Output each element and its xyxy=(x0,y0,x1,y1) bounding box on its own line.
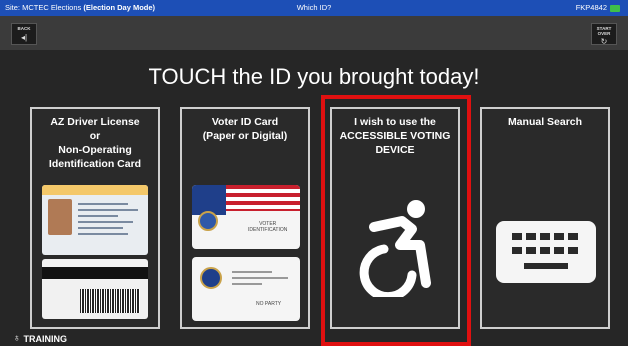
option-driver-license[interactable]: AZ Driver License or Non-Operating Ident… xyxy=(30,107,160,329)
back-icon: ◂| xyxy=(20,32,28,42)
page-title: TOUCH the ID you brought today! xyxy=(148,64,480,89)
option-label: Manual Search xyxy=(507,116,583,128)
training-indicator: ♁ TRAINING xyxy=(13,333,67,344)
refresh-icon: ↻ xyxy=(600,37,608,46)
toolbar: BACK ◂| START OVER ↻ xyxy=(0,16,628,50)
option-voter-id-card[interactable]: Voter ID Card (Paper or Digital) VOTER I… xyxy=(180,107,310,329)
device-status: FKP4842 xyxy=(576,0,620,16)
option-label: Voter ID Card (Paper or Digital) xyxy=(202,116,288,142)
keyboard-icon xyxy=(496,221,596,283)
start-over-button[interactable]: START OVER ↻ xyxy=(591,23,617,46)
device-code: FKP4842 xyxy=(575,3,607,12)
option-label: AZ Driver License or Non-Operating Ident… xyxy=(48,116,142,170)
lightbulb-icon: ♁ xyxy=(13,333,21,344)
license-back-image xyxy=(42,259,148,319)
voter-id-front-image: VOTER IDENTIFICATION xyxy=(192,185,300,249)
license-front-image xyxy=(42,185,148,255)
title-bar: Site: MCTEC Elections (Election Day Mode… xyxy=(0,0,628,16)
voter-id-back-image: NO PARTY xyxy=(192,257,300,321)
screen-title: Which ID? xyxy=(296,3,332,12)
option-manual-search[interactable]: Manual Search xyxy=(480,107,610,329)
battery-icon xyxy=(610,4,620,12)
back-button[interactable]: BACK ◂| xyxy=(11,23,37,45)
selection-highlight xyxy=(321,95,471,346)
